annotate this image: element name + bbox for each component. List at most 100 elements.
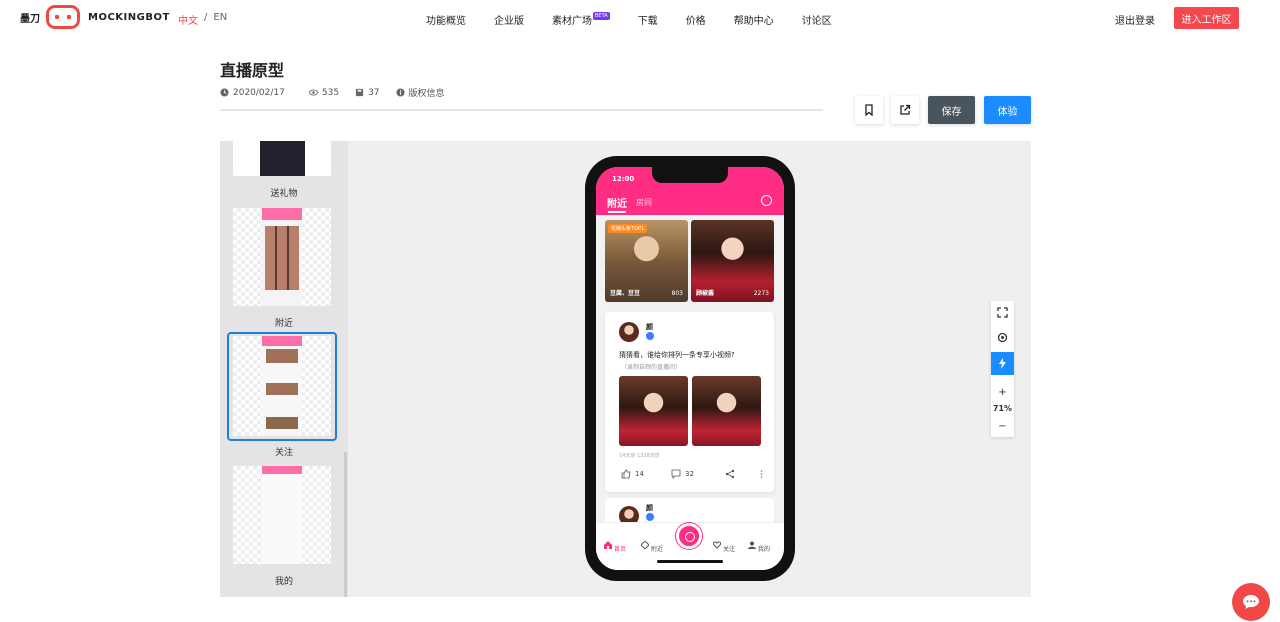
page-thumb-nearby[interactable] bbox=[233, 208, 331, 306]
go-live-button[interactable] bbox=[676, 523, 702, 549]
logo-en: MOCKINGBOT bbox=[88, 11, 170, 23]
target-icon bbox=[997, 332, 1008, 343]
menu-enterprise[interactable]: 企业版 bbox=[494, 12, 524, 27]
thumb-preview bbox=[262, 208, 302, 306]
like-count: 14 bbox=[635, 470, 644, 478]
menu-help[interactable]: 帮助中心 bbox=[734, 12, 774, 27]
hot-badge: 花椒头条TOP1 bbox=[608, 224, 648, 233]
streamer-name: 顾椒酱 bbox=[696, 290, 715, 297]
logout-link[interactable]: 退出登录 bbox=[1115, 12, 1155, 27]
tab-indicator bbox=[608, 211, 626, 213]
tab-nearby-bottom[interactable]: 附近 bbox=[640, 540, 664, 553]
home-icon bbox=[604, 541, 613, 549]
share-icon bbox=[725, 469, 735, 479]
lightning-icon bbox=[999, 358, 1006, 369]
zoom-out-button[interactable]: − bbox=[991, 415, 1014, 438]
tab-mine-label: 我的 bbox=[757, 546, 770, 553]
thumb-preview bbox=[262, 466, 302, 564]
lang-en-link[interactable]: EN bbox=[213, 12, 227, 27]
menu-pricing[interactable]: 价格 bbox=[686, 12, 706, 27]
page-thumb-mine[interactable] bbox=[233, 466, 331, 564]
beta-badge: BETA bbox=[593, 12, 610, 20]
tab-mine[interactable]: 我的 bbox=[747, 541, 771, 553]
viewer-count: 803 bbox=[671, 290, 683, 297]
expand-icon bbox=[997, 307, 1008, 318]
post-image[interactable] bbox=[692, 376, 761, 446]
post-text: 猜猜看，谁给你排列一条专享小视频? bbox=[619, 351, 735, 359]
logo-cn: 墨刀 bbox=[20, 13, 40, 25]
tab-room[interactable]: 房间 bbox=[636, 197, 652, 208]
like-button[interactable]: 14 bbox=[621, 469, 644, 479]
verified-badge-icon bbox=[646, 332, 654, 340]
page-title: 直播原型 bbox=[220, 61, 285, 80]
tab-home[interactable]: 首页 bbox=[603, 541, 627, 553]
menu-materials-label: 素材广场 bbox=[552, 16, 592, 27]
phone-screen: 12:00 附近 房间 花椒头条TOP1 豆腐、豆豆 803 顾椒酱 2273 … bbox=[596, 167, 784, 570]
comment-icon bbox=[671, 469, 681, 479]
page-label-mine: 我的 bbox=[274, 577, 293, 587]
fullscreen-button[interactable] bbox=[991, 301, 1014, 324]
viewer-count: 2273 bbox=[753, 290, 769, 297]
menu-forum[interactable]: 讨论区 bbox=[802, 12, 832, 27]
language-switch: 中文 / EN bbox=[178, 12, 227, 27]
menu-features[interactable]: 功能概览 bbox=[426, 12, 466, 27]
history-icon[interactable] bbox=[761, 195, 772, 206]
saves-meta: 37 bbox=[355, 87, 380, 98]
page-thumb-gift[interactable] bbox=[233, 141, 331, 176]
try-button[interactable]: 体验 bbox=[984, 96, 1031, 124]
lang-cn-link[interactable]: 中文 bbox=[178, 12, 198, 27]
avatar[interactable] bbox=[619, 322, 639, 342]
quick-mode-button[interactable] bbox=[991, 352, 1014, 375]
copyright-link[interactable]: 版权信息 bbox=[395, 86, 445, 99]
info-icon bbox=[395, 88, 405, 97]
share-post-button[interactable] bbox=[725, 469, 735, 479]
project-meta: 2020/02/17 535 37 版权信息 bbox=[220, 86, 445, 99]
bookmark-button[interactable] bbox=[855, 96, 883, 124]
phone-notch bbox=[652, 167, 728, 183]
post-image[interactable] bbox=[619, 376, 688, 446]
menu-download[interactable]: 下载 bbox=[638, 12, 658, 27]
post-username[interactable]: 颜 bbox=[646, 503, 653, 513]
eye-icon bbox=[308, 89, 318, 96]
more-icon[interactable] bbox=[760, 469, 763, 479]
chat-support-button[interactable] bbox=[1232, 583, 1270, 621]
fit-button[interactable] bbox=[991, 326, 1014, 349]
comment-button[interactable]: 32 bbox=[671, 469, 694, 479]
post-source: （录制自颜的直播间） bbox=[621, 364, 682, 371]
saves-value: 37 bbox=[368, 87, 380, 98]
comment-count: 32 bbox=[685, 470, 694, 478]
logo[interactable]: 墨刀 MOCKINGBOT bbox=[20, 5, 170, 29]
top-nav: 墨刀 MOCKINGBOT 中文 / EN 功能概览 企业版 素材广场 BETA … bbox=[0, 0, 1280, 36]
menu-materials[interactable]: 素材广场 BETA bbox=[552, 12, 610, 27]
zoom-level: 71% bbox=[992, 404, 1013, 413]
views-value: 535 bbox=[321, 87, 340, 98]
copyright-label: 版权信息 bbox=[408, 89, 445, 99]
live-card[interactable]: 顾椒酱 2273 bbox=[691, 220, 774, 302]
live-card[interactable]: 花椒头条TOP1 豆腐、豆豆 803 bbox=[605, 220, 688, 302]
sidebar-scrollbar[interactable] bbox=[344, 452, 347, 597]
selected-page-frame bbox=[227, 332, 337, 441]
logo-icon bbox=[46, 5, 80, 29]
share-button[interactable] bbox=[891, 96, 919, 124]
phone-frame: 12:00 附近 房间 花椒头条TOP1 豆腐、豆豆 803 顾椒酱 2273 … bbox=[585, 156, 795, 581]
clock-icon bbox=[220, 88, 229, 97]
date-meta: 2020/02/17 bbox=[220, 88, 285, 98]
page-label-nearby: 附近 bbox=[274, 319, 293, 329]
verified-badge-icon bbox=[646, 513, 654, 521]
status-time: 12:00 bbox=[612, 175, 635, 183]
tab-nearby-label: 附近 bbox=[650, 546, 663, 553]
chat-bubble-icon bbox=[1243, 595, 1259, 609]
feed-post: 颜 猜猜看，谁给你排列一条专享小视频? （录制自颜的直播间） 14天前·1328… bbox=[605, 312, 774, 492]
save-button[interactable]: 保存 bbox=[928, 96, 975, 124]
home-indicator bbox=[657, 560, 723, 563]
page-label-gift: 送礼物 bbox=[270, 189, 298, 199]
tab-follow[interactable]: 关注 bbox=[712, 541, 736, 553]
post-meta: 14天前·1328浏览 bbox=[619, 453, 660, 459]
zoom-in-button[interactable]: + bbox=[991, 381, 1014, 404]
page-label-follow: 关注 bbox=[274, 448, 293, 458]
tab-home-label: 首页 bbox=[613, 546, 626, 553]
enter-workspace-button[interactable]: 进入工作区 bbox=[1174, 7, 1239, 29]
tab-nearby[interactable]: 附近 bbox=[607, 195, 627, 210]
post-username[interactable]: 颜 bbox=[646, 322, 653, 332]
tab-follow-label: 关注 bbox=[722, 546, 735, 553]
